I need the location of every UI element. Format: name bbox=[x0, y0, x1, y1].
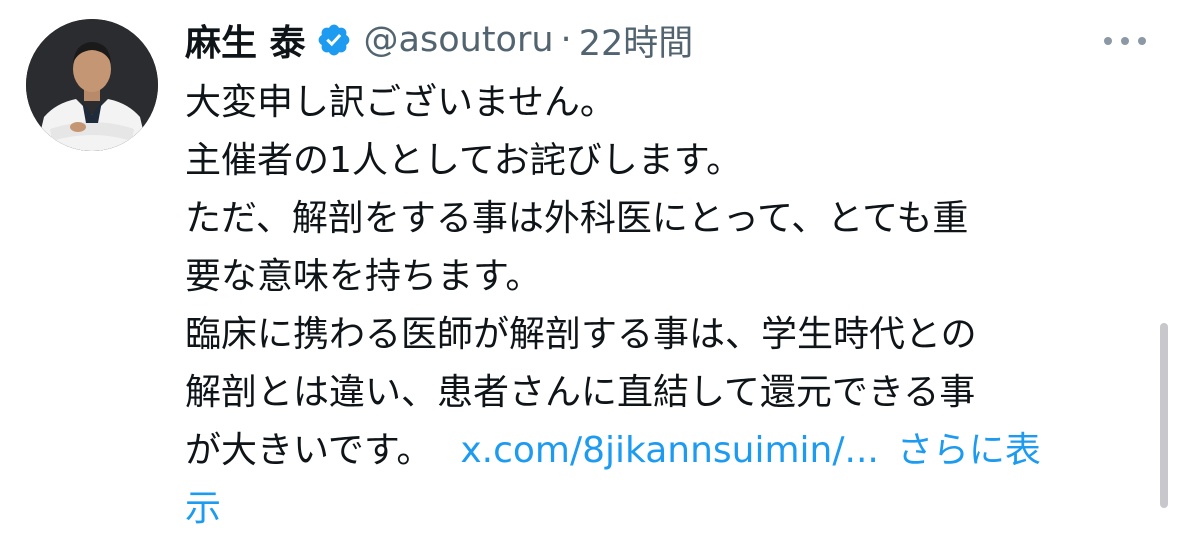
tweet-line-text: が大きいです。 bbox=[185, 430, 433, 471]
tweet-line: 主催者の1人としてお詫びします。 bbox=[185, 140, 743, 181]
tweet-line: 大変申し訳ございません。 bbox=[185, 82, 616, 123]
user-handle[interactable]: @asoutoru bbox=[364, 20, 554, 60]
show-more-link-continued[interactable]: 示 bbox=[185, 480, 1145, 538]
tweet-line: 解剖とは違い、患者さんに直結して還元できる事 bbox=[185, 372, 976, 413]
tweet-line: 臨床に携わる医師が解剖する事は、学生時代との bbox=[185, 314, 977, 355]
tweet[interactable]: 麻生 泰 @asoutoru · 22時間 大変申し訳ございません。 主催者の1… bbox=[0, 0, 1179, 539]
timestamp[interactable]: 22時間 bbox=[579, 15, 694, 66]
tweet-text: 大変申し訳ございません。 主催者の1人としてお詫びします。 ただ、解剖をする事は… bbox=[185, 74, 1145, 538]
display-name[interactable]: 麻生 泰 bbox=[185, 14, 306, 66]
tweet-line: 要な意味を持ちます。 bbox=[185, 256, 542, 297]
tweet-link[interactable]: x.com/8jikannsuimin/... bbox=[460, 430, 879, 471]
separator-dot: · bbox=[560, 20, 572, 60]
avatar-photo-icon bbox=[26, 19, 158, 151]
more-options-icon[interactable] bbox=[1103, 36, 1147, 46]
tweet-header: 麻生 泰 @asoutoru · 22時間 bbox=[185, 14, 693, 66]
avatar[interactable] bbox=[26, 19, 158, 151]
verified-badge-icon[interactable] bbox=[316, 22, 352, 58]
show-more-link[interactable]: さらに表 bbox=[897, 430, 1041, 471]
tweet-line-last: が大きいです。 x.com/8jikannsuimin/... さらに表 bbox=[185, 422, 1145, 480]
scrollbar[interactable] bbox=[1160, 323, 1168, 508]
tweet-line: ただ、解剖をする事は外科医にとって、とても重 bbox=[185, 198, 969, 239]
